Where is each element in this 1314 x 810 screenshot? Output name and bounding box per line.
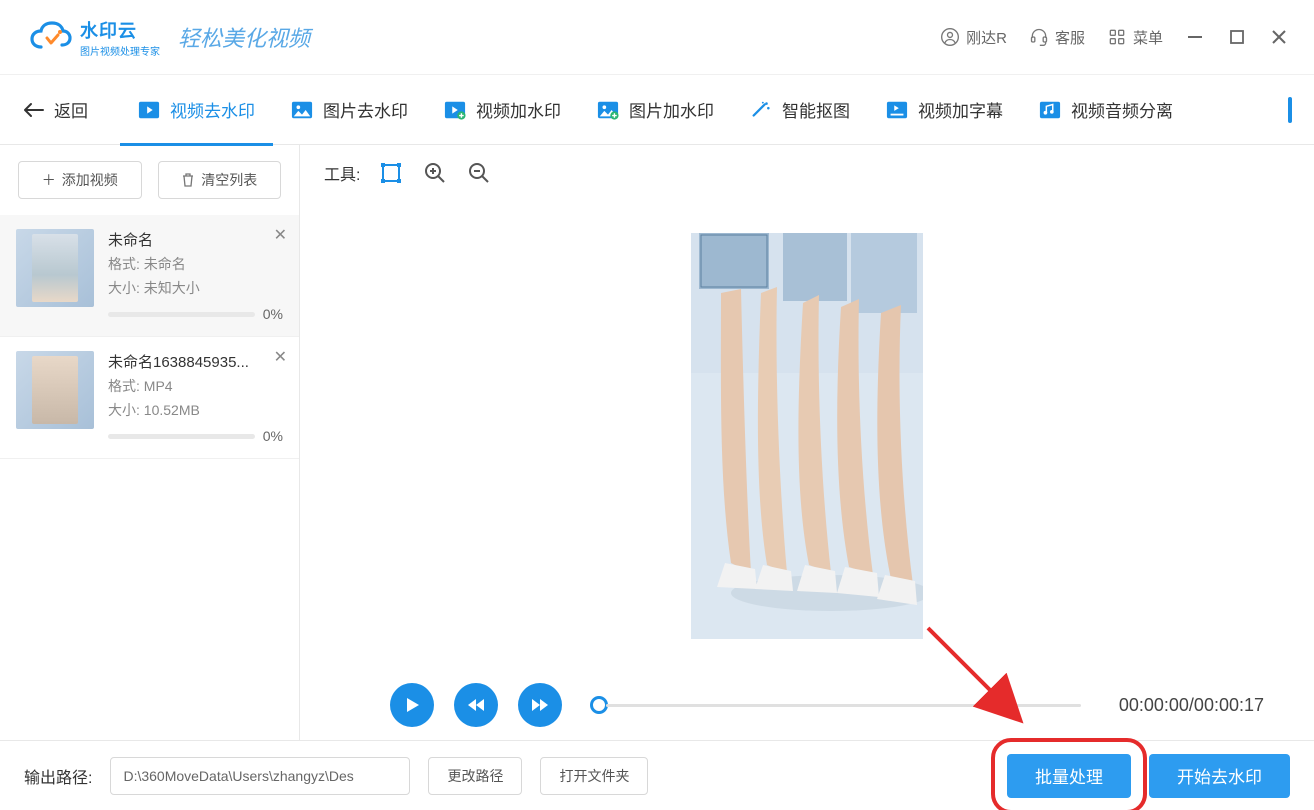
image-icon: [291, 100, 313, 120]
add-video-button[interactable]: ＋ 添加视频: [18, 161, 142, 199]
logo-subtitle: 图片视频处理专家: [80, 43, 160, 58]
maximize-icon[interactable]: [1227, 27, 1247, 47]
tab-video-subtitle[interactable]: 视频加字幕: [868, 75, 1021, 145]
user-account[interactable]: 刚达R: [940, 27, 1007, 48]
tab-label: 视频去水印: [170, 97, 255, 122]
file-thumbnail: [16, 229, 94, 307]
customer-service[interactable]: 客服: [1029, 27, 1085, 48]
tab-label: 智能抠图: [782, 97, 850, 122]
start-remove-watermark-button[interactable]: 开始去水印: [1149, 754, 1290, 798]
headset-icon: [1029, 27, 1049, 47]
video-subtitle-icon: [886, 100, 908, 120]
time-display: 00:00:00/00:00:17: [1119, 695, 1264, 716]
timeline[interactable]: [590, 696, 1081, 714]
select-tool-icon[interactable]: [378, 160, 404, 186]
video-icon: [138, 100, 160, 120]
output-path-label: 输出路径:: [24, 764, 92, 788]
menu-label: 菜单: [1133, 27, 1163, 48]
logo: 水印云 图片视频处理专家 轻松美化视频: [30, 17, 310, 58]
toolbar-label: 工具:: [324, 161, 360, 185]
tab-video-remove-watermark[interactable]: 视频去水印: [120, 75, 273, 145]
minimize-icon[interactable]: [1185, 27, 1205, 47]
output-path-input[interactable]: [110, 757, 410, 795]
file-size: 10.52MB: [144, 402, 200, 418]
tab-label: 图片加水印: [629, 97, 714, 122]
close-icon[interactable]: [1269, 27, 1289, 47]
file-format: 未命名: [144, 256, 186, 272]
magic-wand-icon: [750, 100, 772, 120]
tabs-scroll-indicator[interactable]: [1288, 97, 1292, 123]
tab-video-audio-split[interactable]: 视频音频分离: [1021, 75, 1191, 145]
rewind-button[interactable]: [454, 683, 498, 727]
logo-slogan: 轻松美化视频: [178, 21, 310, 53]
service-label: 客服: [1055, 27, 1085, 48]
video-plus-icon: [444, 100, 466, 120]
batch-process-button[interactable]: 批量处理: [1007, 754, 1131, 798]
logo-title: 水印云: [80, 17, 160, 43]
tab-label: 图片去水印: [323, 97, 408, 122]
trash-icon: [181, 173, 195, 187]
progress-percent: 0%: [263, 306, 283, 322]
back-label: 返回: [54, 97, 88, 122]
timeline-track[interactable]: [606, 704, 1081, 707]
tab-image-add-watermark[interactable]: 图片加水印: [579, 75, 732, 145]
tab-label: 视频音频分离: [1071, 97, 1173, 122]
tab-label: 视频加水印: [476, 97, 561, 122]
file-item[interactable]: 未命名1638845935... 格式: MP4 大小: 10.52MB 0% …: [0, 337, 299, 459]
back-button[interactable]: 返回: [22, 97, 88, 122]
user-icon: [940, 27, 960, 47]
clear-list-label: 清空列表: [201, 170, 257, 190]
clear-list-button[interactable]: 清空列表: [158, 161, 282, 199]
cloud-logo-icon: [30, 21, 72, 53]
plus-icon: ＋: [42, 170, 56, 190]
zoom-out-icon[interactable]: [466, 160, 492, 186]
file-name: 未命名1638845935...: [108, 351, 268, 372]
change-path-button[interactable]: 更改路径: [428, 757, 522, 795]
file-remove-icon[interactable]: ✕: [274, 347, 287, 367]
progress-bar: [108, 312, 255, 317]
file-size: 未知大小: [144, 280, 200, 296]
tab-image-remove-watermark[interactable]: 图片去水印: [273, 75, 426, 145]
image-plus-icon: [597, 100, 619, 120]
menu[interactable]: 菜单: [1107, 27, 1163, 48]
progress-bar: [108, 434, 255, 439]
progress-percent: 0%: [263, 428, 283, 444]
grid-icon: [1107, 27, 1127, 47]
file-remove-icon[interactable]: ✕: [274, 225, 287, 245]
tab-label: 视频加字幕: [918, 97, 1003, 122]
arrow-left-icon: [22, 102, 44, 118]
zoom-in-icon[interactable]: [422, 160, 448, 186]
tab-video-add-watermark[interactable]: 视频加水印: [426, 75, 579, 145]
file-item[interactable]: 未命名 格式: 未命名 大小: 未知大小 0% ✕: [0, 215, 299, 337]
file-format: MP4: [144, 378, 173, 394]
add-video-label: 添加视频: [62, 170, 118, 190]
open-folder-button[interactable]: 打开文件夹: [540, 757, 648, 795]
fast-forward-button[interactable]: [518, 683, 562, 727]
file-thumbnail: [16, 351, 94, 429]
play-button[interactable]: [390, 683, 434, 727]
user-name: 刚达R: [966, 27, 1007, 48]
video-audio-icon: [1039, 100, 1061, 120]
video-preview[interactable]: [691, 233, 923, 639]
file-name: 未命名: [108, 229, 268, 250]
tab-smart-cutout[interactable]: 智能抠图: [732, 75, 868, 145]
